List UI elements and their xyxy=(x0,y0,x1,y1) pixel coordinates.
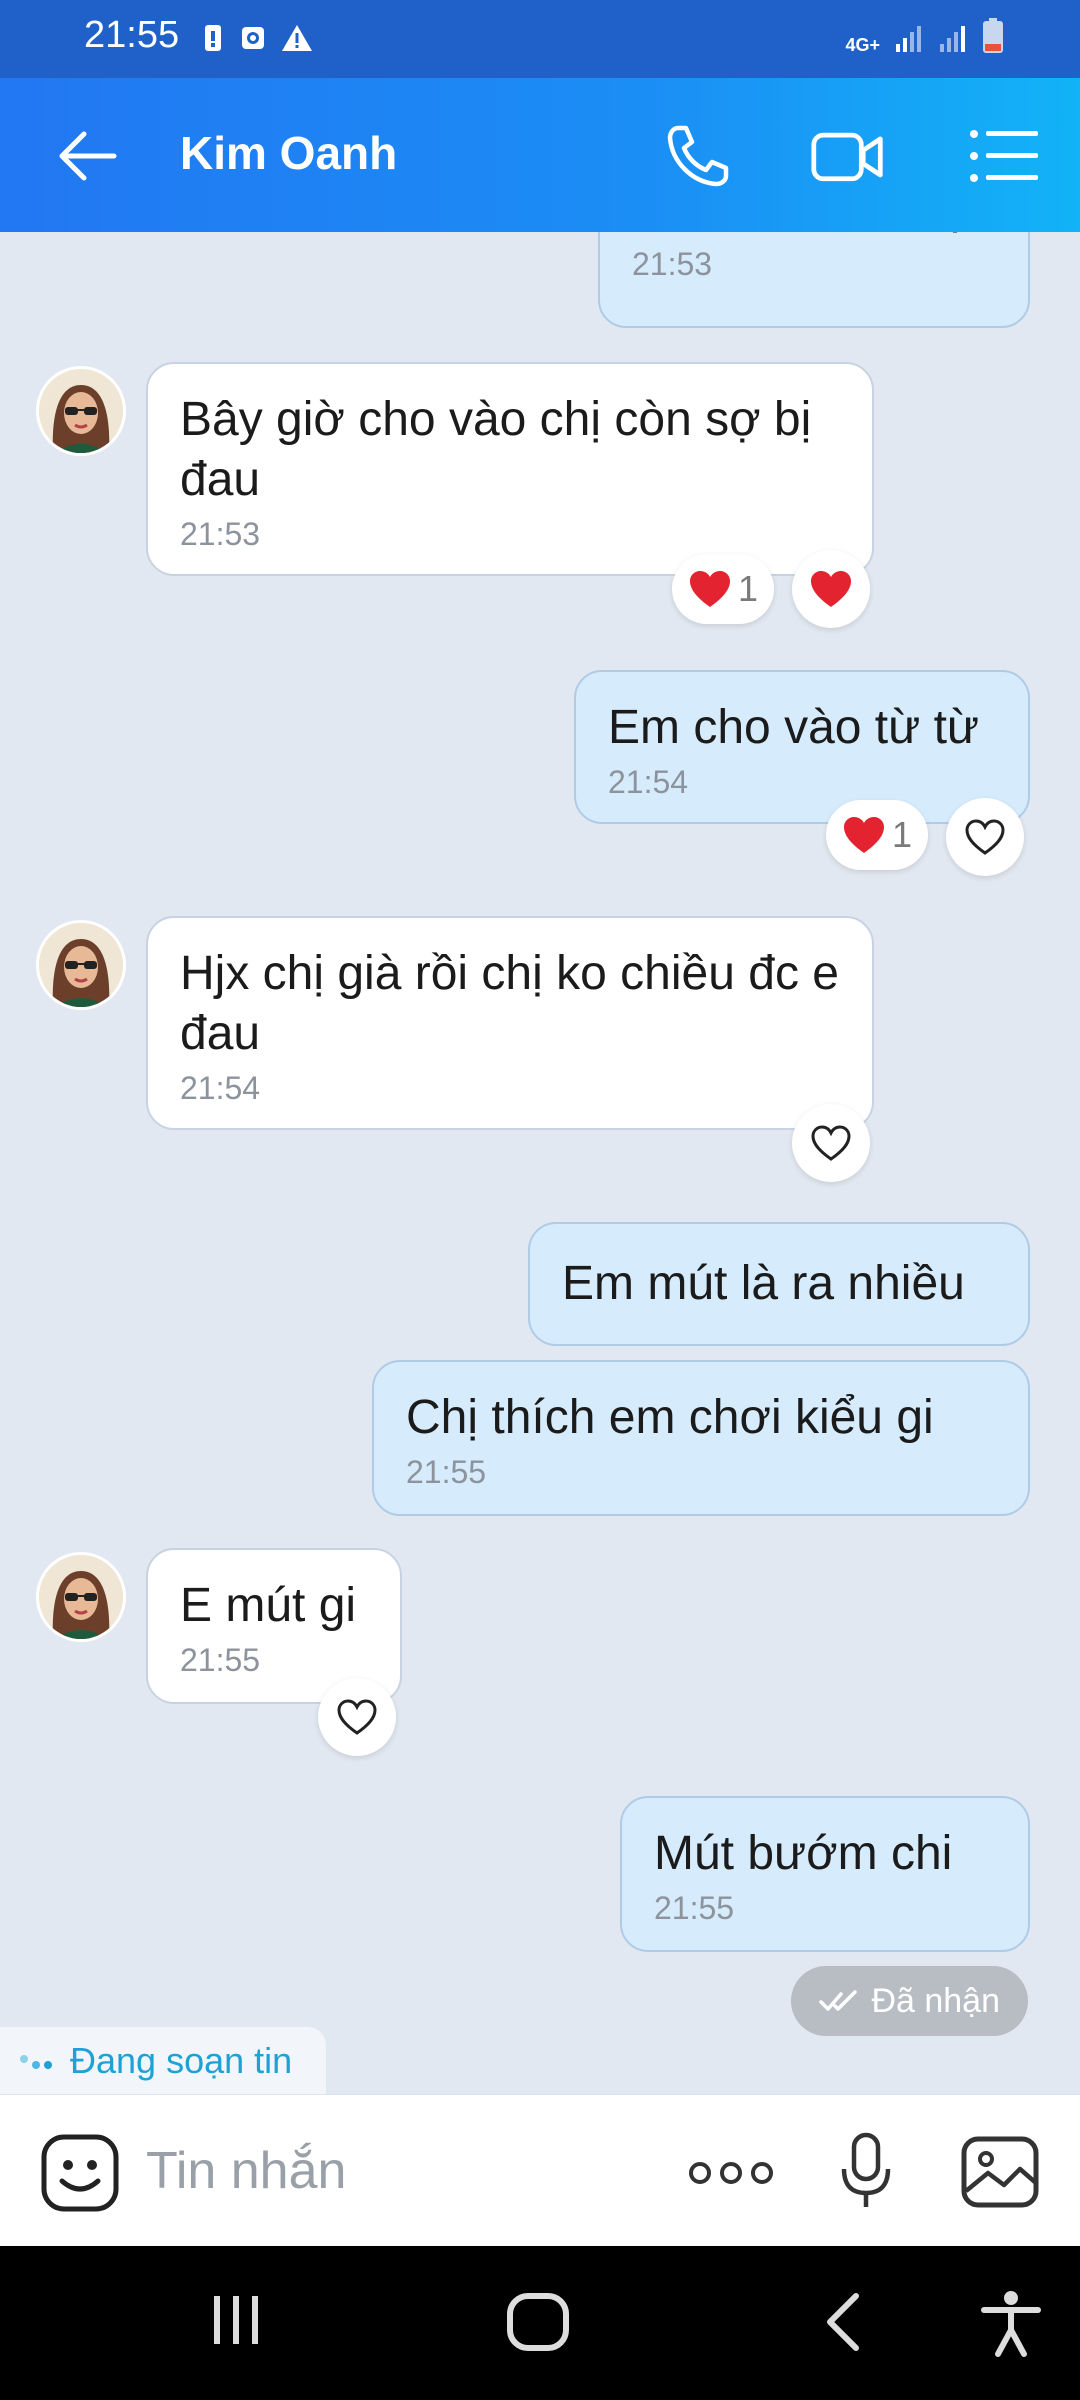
home-icon[interactable] xyxy=(504,2290,572,2354)
battery-icon xyxy=(983,18,1003,53)
contact-avatar[interactable] xyxy=(36,1552,126,1642)
message-time: 21:53 xyxy=(180,516,261,552)
system-navigation-bar xyxy=(0,2246,1080,2400)
message-bubble-outgoing[interactable]: Mút bướm chi 21:55 xyxy=(620,1796,1030,1952)
message-composer: Tin nhắn xyxy=(0,2094,1080,2246)
typing-indicator: Đang soạn tin xyxy=(0,2027,326,2094)
signal-icon xyxy=(896,26,921,52)
reaction-summary[interactable]: 1 xyxy=(672,554,775,624)
heart-filled-icon xyxy=(690,571,730,607)
warning-icon xyxy=(282,25,312,51)
contact-avatar[interactable] xyxy=(36,920,126,1010)
delivery-status-text: Đã nhận xyxy=(871,1981,1000,2020)
microphone-icon[interactable] xyxy=(838,2131,894,2211)
message-text: Chị thích em chơi kiểu gi xyxy=(406,1391,934,1444)
phone-call-icon[interactable] xyxy=(660,118,736,194)
sticker-emoji-icon[interactable] xyxy=(40,2133,120,2213)
message-bubble-outgoing[interactable]: Chị thích em chơi kiểu gi 21:55 xyxy=(372,1360,1030,1516)
message-time: 21:55 xyxy=(406,1454,487,1490)
heart-filled-icon xyxy=(844,817,884,853)
message-bubble-outgoing[interactable]: Em mút là ra nhiều xyxy=(528,1222,1030,1346)
message-bubble-incoming[interactable]: Hjx chị già rồi chị ko chiều đc e đau 21… xyxy=(146,916,874,1130)
status-time: 21:55 xyxy=(84,14,180,56)
react-button[interactable] xyxy=(792,1104,870,1182)
recent-apps-icon[interactable] xyxy=(206,2290,266,2350)
reaction-count: 1 xyxy=(738,568,759,609)
accessibility-icon[interactable] xyxy=(980,2288,1042,2358)
message-bubble-outgoing[interactable]: Em cho vào từ từ 21:54 xyxy=(574,670,1030,824)
message-text: Em đút vào nhẹ xyxy=(632,232,996,240)
typing-indicator-text: Đang soạn tin xyxy=(70,2039,293,2081)
message-time: 21:54 xyxy=(608,764,689,800)
heart-filled-icon xyxy=(811,571,851,607)
reaction-count: 1 xyxy=(892,814,913,855)
message-input[interactable]: Tin nhắn xyxy=(146,2141,346,2201)
message-text: E mút gi xyxy=(180,1579,357,1632)
heart-outline-icon xyxy=(965,819,1005,855)
heart-outline-icon xyxy=(811,1125,851,1161)
signal-icon-2 xyxy=(940,26,965,52)
reaction-summary[interactable]: 1 xyxy=(826,800,929,870)
heart-outline-icon xyxy=(337,1699,377,1735)
network-type: 4G+ xyxy=(845,35,880,55)
message-list[interactable]: Em đút vào nhẹ 21:53 Bây giờ cho vào chị… xyxy=(0,232,1080,2094)
gallery-image-icon[interactable] xyxy=(960,2135,1040,2209)
message-time: 21:53 xyxy=(632,246,713,282)
delivery-status-badge: Đã nhận xyxy=(791,1966,1028,2036)
contact-avatar[interactable] xyxy=(36,366,126,456)
message-text: Em mút là ra nhiều xyxy=(562,1257,965,1310)
react-button[interactable] xyxy=(792,550,870,628)
message-text: Mút bướm chi xyxy=(654,1827,953,1880)
chat-header: Kim Oanh xyxy=(0,78,1080,232)
message-bubble-outgoing[interactable]: Em đút vào nhẹ 21:53 xyxy=(598,232,1030,328)
more-options-icon[interactable] xyxy=(688,2155,774,2191)
typing-dots-icon xyxy=(20,2054,52,2069)
message-time: 21:54 xyxy=(180,1070,261,1106)
message-text: Bây giờ cho vào chị còn sợ bị đau xyxy=(180,393,812,506)
message-bubble-incoming[interactable]: Bây giờ cho vào chị còn sợ bị đau 21:53 xyxy=(146,362,874,576)
message-time: 21:55 xyxy=(654,1890,735,1926)
menu-list-icon[interactable] xyxy=(966,118,1042,194)
contact-name[interactable]: Kim Oanh xyxy=(180,126,397,180)
video-call-icon[interactable] xyxy=(810,118,886,194)
message-time: 21:55 xyxy=(180,1642,261,1678)
react-button[interactable] xyxy=(946,798,1024,876)
react-button[interactable] xyxy=(318,1678,396,1756)
message-text: Hjx chị già rồi chị ko chiều đc e đau xyxy=(180,947,839,1060)
back-arrow-icon[interactable] xyxy=(52,120,124,192)
message-text: Em cho vào từ từ xyxy=(608,701,980,754)
alarm-icon xyxy=(242,27,264,49)
back-nav-icon[interactable] xyxy=(820,2290,864,2354)
status-bar: 21:55 4G+ xyxy=(0,0,1080,78)
double-check-icon xyxy=(819,1990,858,2011)
battery-saver-icon xyxy=(205,25,221,51)
